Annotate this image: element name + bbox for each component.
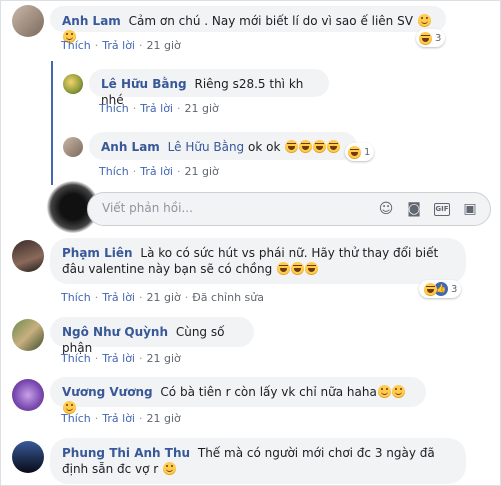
gif-icon[interactable]: GIF — [434, 203, 450, 216]
like-link[interactable]: Thích — [61, 352, 91, 365]
reply-link[interactable]: Trả lời — [140, 165, 173, 178]
haha-emoji-icon — [277, 262, 291, 275]
comment-text: ok ok — [248, 140, 281, 154]
reply-link[interactable]: Trả lời — [102, 352, 135, 365]
sticker-icon[interactable]: ▣ — [462, 201, 478, 217]
haha-emoji-icon — [313, 140, 327, 153]
commenter-name[interactable]: Phạm Liên — [62, 246, 133, 260]
haha-emoji-icon — [291, 262, 305, 275]
edited-label[interactable]: Đã chỉnh sửa — [192, 291, 264, 304]
comment-actions: Thích · Trả lời · 21 giờ — [61, 352, 181, 365]
reaction-summary[interactable]: 3 — [416, 29, 446, 47]
reaction-summary[interactable]: 👍 3 — [419, 280, 462, 298]
reaction-summary[interactable]: 1 — [345, 143, 375, 161]
emoji-icon[interactable]: ☺ — [378, 201, 394, 217]
commenter-name[interactable]: Anh Lam — [101, 140, 160, 154]
like-link[interactable]: Thích — [61, 412, 91, 425]
like-link[interactable]: Thích — [99, 165, 129, 178]
haha-emoji-icon — [285, 140, 299, 153]
timestamp[interactable]: 21 giờ — [185, 165, 219, 178]
avatar-le-huu-bang[interactable] — [63, 74, 83, 94]
comment-bubble: Anh Lam Lê Hữu Bằng ok ok — [89, 132, 357, 160]
smile-emoji-icon — [377, 385, 391, 398]
like-link[interactable]: Thích — [99, 102, 129, 115]
smile-emoji-icon — [163, 462, 177, 475]
smile-emoji-icon — [391, 385, 405, 398]
commenter-name[interactable]: Ngô Như Quỳnh — [62, 325, 168, 339]
camera-icon[interactable]: ◙ — [406, 201, 422, 217]
reply-link[interactable]: Trả lời — [102, 39, 135, 52]
reaction-count: 3 — [435, 32, 442, 44]
comment-actions: Thích · Trả lời · 21 giờ · Đã chỉnh sửa — [61, 291, 264, 304]
avatar-ngo-nhu-quynh[interactable] — [12, 319, 44, 351]
haha-reaction-icon — [424, 282, 437, 296]
avatar-anh-lam[interactable] — [12, 5, 44, 37]
commenter-name[interactable]: Lê Hữu Bằng — [101, 77, 187, 91]
avatar-vuong-vuong[interactable] — [12, 379, 44, 411]
comment-bubble: Ngô Như Quỳnh Cùng số phận — [50, 317, 254, 355]
reply-input[interactable]: Viết phản hồi... ☺ ◙ GIF ▣ — [87, 192, 491, 226]
comment-text: Cảm ơn chú . Nay mới biết lí do vì sao ế… — [128, 14, 413, 28]
haha-emoji-icon — [299, 140, 313, 153]
mentioned-user[interactable]: Lê Hữu Bằng — [168, 140, 245, 154]
haha-reaction-icon — [419, 31, 432, 45]
comment-actions: Thích · Trả lời · 21 giờ — [61, 412, 181, 425]
reply-thread-line — [51, 61, 53, 185]
haha-emoji-icon — [327, 140, 341, 153]
timestamp[interactable]: 21 giờ — [147, 412, 181, 425]
avatar-phung-thi-anh-thu[interactable] — [12, 441, 44, 473]
reaction-count: 1 — [364, 146, 371, 158]
comment-actions: Thích · Trả lời · 21 giờ — [99, 165, 219, 178]
like-link[interactable]: Thích — [61, 39, 91, 52]
haha-emoji-icon — [305, 262, 319, 275]
comment-bubble: Phạm Liên Là ko có sức hút vs phái nữ. H… — [50, 238, 466, 284]
timestamp[interactable]: 21 giờ — [147, 352, 181, 365]
timestamp[interactable]: 21 giờ — [147, 39, 181, 52]
commenter-name[interactable]: Vương Vương — [62, 385, 153, 399]
comment-text: Có bà tiên r còn lấy vk chỉ nữa haha — [160, 385, 377, 399]
comment-actions: Thích · Trả lời · 21 giờ — [99, 102, 219, 115]
comment-bubble: Vương Vương Có bà tiên r còn lấy vk chỉ … — [50, 377, 426, 414]
commenter-name[interactable]: Anh Lam — [62, 14, 121, 28]
haha-reaction-icon — [348, 145, 361, 159]
avatar-anh-lam[interactable] — [63, 137, 83, 157]
comment-bubble: Phung Thi Anh Thu Thế mà có người mới ch… — [50, 438, 466, 484]
like-link[interactable]: Thích — [61, 291, 91, 304]
comment-actions: Thích · Trả lời · 21 giờ — [61, 39, 181, 52]
comment-bubble: Lê Hữu Bằng Riêng s28.5 thì kh nhé — [89, 69, 329, 107]
smile-emoji-icon — [417, 14, 431, 27]
avatar-pham-lien[interactable] — [12, 240, 44, 272]
reply-placeholder: Viết phản hồi... — [102, 201, 193, 215]
reply-link[interactable]: Trả lời — [102, 291, 135, 304]
timestamp[interactable]: 21 giờ — [185, 102, 219, 115]
commenter-name[interactable]: Phung Thi Anh Thu — [62, 446, 190, 460]
reply-link[interactable]: Trả lời — [102, 412, 135, 425]
comment-bubble: Anh Lam Cảm ơn chú . Nay mới biết lí do … — [50, 6, 446, 43]
reaction-count: 3 — [451, 283, 458, 295]
timestamp[interactable]: 21 giờ — [147, 291, 181, 304]
reply-link[interactable]: Trả lời — [140, 102, 173, 115]
